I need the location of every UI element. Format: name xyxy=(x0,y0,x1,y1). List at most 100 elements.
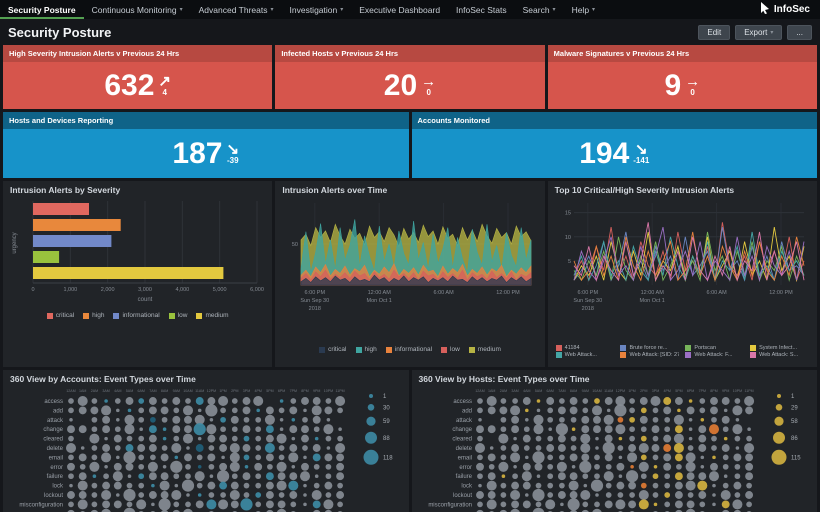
severity-bar-chart[interactable]: 01,0002,0003,0004,0005,0006,000counturge… xyxy=(3,197,272,310)
svg-text:5,000: 5,000 xyxy=(213,287,227,293)
panel-intrusion-alerts-by-severity: Intrusion Alerts by Severity 01,0002,000… xyxy=(3,181,272,367)
svg-text:6:00 PM: 6:00 PM xyxy=(577,290,598,296)
svg-text:1PM: 1PM xyxy=(628,389,635,393)
kpi-title: Malware Signatures v Previous 24 Hrs xyxy=(548,45,817,62)
top10-alerts-line-chart[interactable]: 510156:00 PMSun Sep 30201812:00 AMMon Oc… xyxy=(548,197,817,344)
svg-text:6:00 AM: 6:00 AM xyxy=(434,290,455,296)
chevron-down-icon: ▾ xyxy=(270,6,273,13)
kpi-delta: 4 xyxy=(162,89,166,97)
panel-title: Intrusion Alerts over Time xyxy=(275,181,544,197)
trend-down-icon: ↘ xyxy=(226,142,239,157)
kpi-value: 632 xyxy=(104,71,154,101)
kpi-delta: -141 xyxy=(633,157,649,165)
legend-item: low xyxy=(441,346,460,353)
kpi-title: Infected Hosts v Previous 24 Hrs xyxy=(275,45,544,62)
more-actions-button[interactable]: ... xyxy=(787,25,812,40)
legend-item: medium xyxy=(196,312,228,319)
svg-text:Sun Sep 30: Sun Sep 30 xyxy=(301,298,330,304)
svg-text:12:00 PM: 12:00 PM xyxy=(497,290,521,296)
svg-text:3PM: 3PM xyxy=(651,389,658,393)
kpi-malware-signatures[interactable]: Malware Signatures v Previous 24 Hrs 9 →… xyxy=(548,45,817,109)
svg-text:add: add xyxy=(461,408,471,414)
nav-item-advanced-threats[interactable]: Advanced Threats▾ xyxy=(191,0,282,19)
svg-text:10PM: 10PM xyxy=(732,389,741,393)
svg-text:5AM: 5AM xyxy=(126,389,133,393)
svg-text:failure: failure xyxy=(455,474,472,480)
app-brand-label: InfoSec xyxy=(774,4,810,15)
svg-text:2,000: 2,000 xyxy=(101,287,115,293)
top10-alerts-legend: 41184Brute force re...PortscanSystem Inf… xyxy=(548,344,817,359)
svg-text:6:00 PM: 6:00 PM xyxy=(305,290,326,296)
svg-text:4PM: 4PM xyxy=(663,389,670,393)
kpi-title: Hosts and Devices Reporting xyxy=(3,112,409,129)
svg-text:30: 30 xyxy=(383,405,390,411)
kpi-body: 20 → 0 xyxy=(275,62,544,109)
kpi-trend: ↘ -39 xyxy=(226,142,239,165)
trend-down-icon: ↘ xyxy=(635,142,648,157)
nav-item-security-posture[interactable]: Security Posture xyxy=(0,0,84,19)
svg-text:7AM: 7AM xyxy=(558,389,565,393)
svg-text:6AM: 6AM xyxy=(546,389,553,393)
nav-item-help[interactable]: Help▾ xyxy=(564,0,604,19)
svg-text:86: 86 xyxy=(791,436,798,442)
nav-item-continuous-monitoring[interactable]: Continuous Monitoring▾ xyxy=(84,0,191,19)
svg-text:12:00 PM: 12:00 PM xyxy=(769,290,793,296)
legend-item: Portscan xyxy=(685,345,744,351)
svg-text:5PM: 5PM xyxy=(266,389,273,393)
legend-item: high xyxy=(356,346,377,353)
svg-text:Mon Oct 1: Mon Oct 1 xyxy=(639,298,664,304)
panel-title: 360 View by Hosts: Event Types over Time xyxy=(412,370,818,386)
svg-text:9AM: 9AM xyxy=(173,389,180,393)
svg-text:Mon Oct 1: Mon Oct 1 xyxy=(367,298,392,304)
svg-text:1: 1 xyxy=(383,394,387,400)
svg-text:11PM: 11PM xyxy=(336,389,345,393)
legend-item: Web Attack: F... xyxy=(685,352,744,358)
kpi-row-red: High Severity Intrusion Alerts v Previou… xyxy=(0,45,820,109)
kpi-high-severity-intrusion-alerts[interactable]: High Severity Intrusion Alerts v Previou… xyxy=(3,45,272,109)
nav-item-executive-dashboard[interactable]: Executive Dashboard xyxy=(351,0,448,19)
kpi-accounts-monitored[interactable]: Accounts Monitored 194 ↘ -141 xyxy=(412,112,818,178)
svg-text:1PM: 1PM xyxy=(219,389,226,393)
severity-legend: criticalhighinformationallowmedium xyxy=(3,310,272,321)
kpi-body: 9 → 0 xyxy=(548,62,817,109)
svg-text:10PM: 10PM xyxy=(324,389,333,393)
kpi-infected-hosts[interactable]: Infected Hosts v Previous 24 Hrs 20 → 0 xyxy=(275,45,544,109)
svg-text:add: add xyxy=(53,408,63,414)
svg-text:1AM: 1AM xyxy=(488,389,495,393)
accounts-punchcard[interactable]: 12AM1AM2AM3AM4AM5AM6AM7AM8AM9AM10AM11AM1… xyxy=(7,386,359,512)
legend-item: critical xyxy=(47,312,74,319)
svg-text:3,000: 3,000 xyxy=(138,287,152,293)
legend-item: informational xyxy=(113,312,159,319)
edit-button[interactable]: Edit xyxy=(698,25,730,40)
kpi-row-blue: Hosts and Devices Reporting 187 ↘ -39 Ac… xyxy=(0,112,820,178)
chevron-down-icon: ▾ xyxy=(592,6,595,13)
svg-text:cleared: cleared xyxy=(452,437,472,443)
nav-item-search[interactable]: Search▾ xyxy=(515,0,564,19)
svg-text:delete: delete xyxy=(47,446,64,452)
svg-text:misconfiguration: misconfiguration xyxy=(428,502,472,508)
nav-item-infosec-stats[interactable]: InfoSec Stats xyxy=(448,0,515,19)
nav-item-investigation[interactable]: Investigation▾ xyxy=(282,0,352,19)
legend-item: high xyxy=(83,312,104,319)
svg-text:4AM: 4AM xyxy=(523,389,530,393)
alerts-over-time-chart[interactable]: 506:00 PMSun Sep 30201812:00 AMMon Oct 1… xyxy=(275,197,544,344)
app-brand[interactable]: InfoSec xyxy=(749,0,820,19)
kpi-title: High Severity Intrusion Alerts v Previou… xyxy=(3,45,272,62)
svg-text:5: 5 xyxy=(568,259,571,265)
svg-text:2AM: 2AM xyxy=(499,389,506,393)
panel-accounts-event-types: 360 View by Accounts: Event Types over T… xyxy=(3,370,409,512)
svg-text:12PM: 12PM xyxy=(615,389,624,393)
page-title: Security Posture xyxy=(8,25,693,40)
svg-text:cleared: cleared xyxy=(43,437,63,443)
svg-text:error: error xyxy=(459,465,472,471)
panel-hosts-event-types: 360 View by Hosts: Event Types over Time… xyxy=(412,370,818,512)
kpi-hosts-devices-reporting[interactable]: Hosts and Devices Reporting 187 ↘ -39 xyxy=(3,112,409,178)
hosts-punchcard[interactable]: 12AM1AM2AM3AM4AM5AM6AM7AM8AM9AM10AM11AM1… xyxy=(416,386,768,512)
svg-text:118: 118 xyxy=(383,455,393,461)
svg-text:8PM: 8PM xyxy=(301,389,308,393)
export-button[interactable]: Export▾ xyxy=(735,25,782,40)
kpi-body: 187 ↘ -39 xyxy=(3,129,409,178)
svg-text:attack: attack xyxy=(47,418,64,424)
svg-text:4,000: 4,000 xyxy=(175,287,189,293)
legend-item: medium xyxy=(469,346,501,353)
